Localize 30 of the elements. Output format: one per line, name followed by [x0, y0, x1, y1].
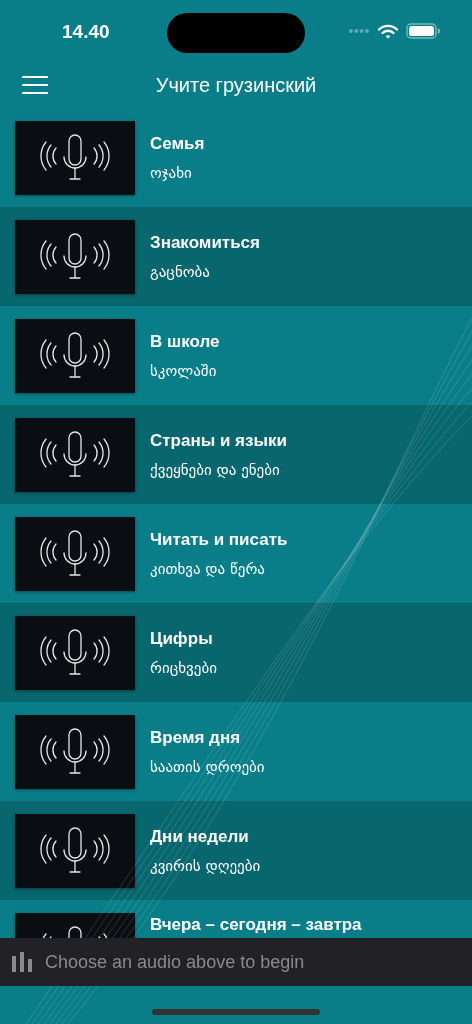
battery-icon [406, 23, 440, 39]
menu-button[interactable] [22, 75, 48, 95]
lesson-title: Страны и языки [150, 430, 287, 451]
lesson-row[interactable]: Страны и языки ქვეყნები და ენები [0, 405, 472, 504]
lesson-title: Вчера – сегодня – завтра [150, 915, 362, 935]
lesson-subtitle: რიცხვები [150, 658, 217, 677]
equalizer-icon [11, 952, 33, 972]
lesson-title: Семья [150, 133, 205, 154]
player-message: Choose an audio above to begin [45, 951, 305, 973]
lesson-subtitle: საათის დროები [150, 757, 265, 776]
lesson-row[interactable]: Знакомиться გაცნობა [0, 207, 472, 306]
lesson-subtitle: სკოლაში [150, 361, 218, 380]
lesson-subtitle: ოჯახი [150, 163, 193, 182]
lesson-title: Время дня [150, 727, 242, 748]
lesson-title: В школе [150, 331, 220, 352]
lesson-row[interactable]: Дни недели კვირის დღეები [0, 801, 472, 900]
wifi-icon [378, 23, 398, 39]
status-time: 14.40 [62, 21, 110, 43]
lesson-title: Знакомиться [150, 232, 260, 253]
lesson-title: Читать и писать [150, 529, 288, 550]
screen-title: Учите грузинский [154, 73, 318, 97]
signal-icon [348, 28, 370, 34]
lesson-subtitle: გაცნობა [150, 262, 211, 281]
lesson-title: Дни недели [150, 826, 250, 847]
lesson-subtitle: კვირის დღეები [150, 856, 261, 875]
lesson-subtitle: ქვეყნები და ენები [150, 460, 281, 479]
lesson-subtitle: კითხვა და წერა [150, 559, 266, 578]
menu-icon [22, 75, 48, 95]
lesson-row[interactable]: Цифры რიცხვები [0, 603, 472, 702]
lesson-title: Цифры [150, 628, 214, 649]
